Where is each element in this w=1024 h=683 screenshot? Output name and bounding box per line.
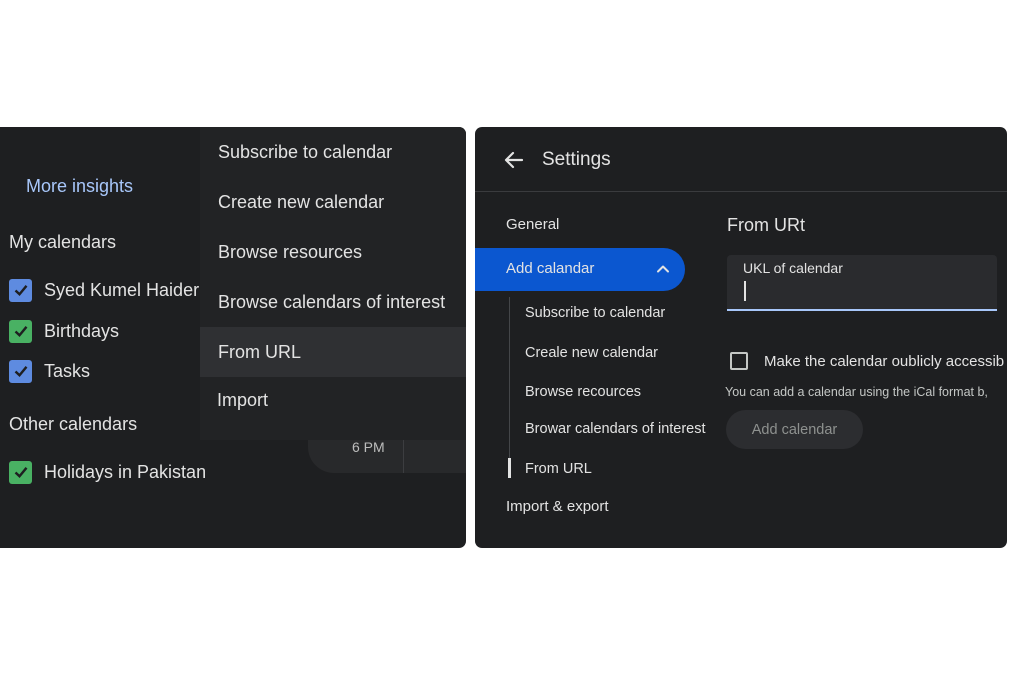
checkbox-checked-icon[interactable] xyxy=(9,278,32,302)
calendar-sidebar: More insights My calendars Syed Kumel Ha… xyxy=(0,127,466,548)
calendar-item-syed-kumel-haider[interactable]: Syed Kumel Haider xyxy=(9,277,199,303)
add-calendar-button[interactable]: Add calendar xyxy=(726,410,863,449)
subnav-item-from-url[interactable]: From URL xyxy=(525,461,592,477)
menu-item-from-url[interactable]: From URL xyxy=(200,327,466,377)
chevron-up-icon[interactable] xyxy=(655,261,671,277)
header-divider xyxy=(475,191,1007,192)
menu-item-create-new-calendar[interactable]: Create new calendar xyxy=(200,177,466,227)
subnav-active-marker xyxy=(508,458,511,478)
page-title: Settings xyxy=(542,149,611,170)
menu-item-import[interactable]: Import xyxy=(200,375,466,425)
nav-item-add-calendar[interactable]: Add calandar xyxy=(475,248,685,291)
more-insights-link[interactable]: More insights xyxy=(26,176,133,197)
public-access-label: Make the calendar oublicly accessib xyxy=(764,353,1005,370)
settings-panel: Settings General Add calandar Subscribe … xyxy=(475,127,1007,548)
subnav-item-subscribe-to-calendar[interactable]: Subscribe to calendar xyxy=(525,305,665,321)
calendar-item-holidays-in-pakistan[interactable]: Holidays in Pakistan xyxy=(9,459,206,485)
calendar-item-label: Birthdays xyxy=(44,320,120,341)
time-label: 6 PM xyxy=(352,439,385,455)
calendar-url-field[interactable]: UKL of calendar xyxy=(727,255,997,311)
url-field-label: UKL of calendar xyxy=(743,260,843,276)
nav-item-general[interactable]: General xyxy=(506,216,559,233)
calendar-item-label: Syed Kumel Haider xyxy=(44,279,200,300)
subnav-item-browse-calendars-of-interest[interactable]: Browar calendars of interest xyxy=(525,421,706,437)
other-calendars-title[interactable]: Other calendars xyxy=(9,414,137,435)
calendar-item-label: Tasks xyxy=(44,360,91,381)
checkbox-checked-icon[interactable] xyxy=(9,460,32,484)
add-calendar-menu: Subscribe to calendar Create new calenda… xyxy=(200,127,466,440)
nav-item-import-export[interactable]: Import & export xyxy=(506,498,609,515)
calendar-url-input[interactable] xyxy=(741,279,991,303)
section-heading: From URt xyxy=(727,215,805,235)
calendar-item-tasks[interactable]: Tasks xyxy=(9,358,90,384)
nav-item-label: Add calandar xyxy=(506,260,595,277)
subnav-item-create-new-calendar[interactable]: Creale new calendar xyxy=(525,345,658,361)
calendar-item-label: Holidays in Pakistan xyxy=(44,461,207,482)
calendar-item-birthdays[interactable]: Birthdays xyxy=(9,318,119,344)
helper-text: You can add a calendar using the iCal fo… xyxy=(725,385,988,399)
my-calendars-title[interactable]: My calendars xyxy=(9,232,116,253)
subnav-item-browse-resources[interactable]: Browse recources xyxy=(525,384,641,400)
menu-item-browse-calendars-of-interest[interactable]: Browse calendars of interest xyxy=(200,277,466,327)
back-arrow-icon[interactable] xyxy=(502,148,526,172)
checkbox-checked-icon[interactable] xyxy=(9,359,32,383)
subnav-line xyxy=(509,297,510,462)
checkbox-checked-icon[interactable] xyxy=(9,319,32,343)
public-access-checkbox[interactable] xyxy=(730,352,748,370)
menu-item-browse-resources[interactable]: Browse resources xyxy=(200,227,466,277)
menu-item-subscribe-to-calendar[interactable]: Subscribe to calendar xyxy=(200,127,466,177)
